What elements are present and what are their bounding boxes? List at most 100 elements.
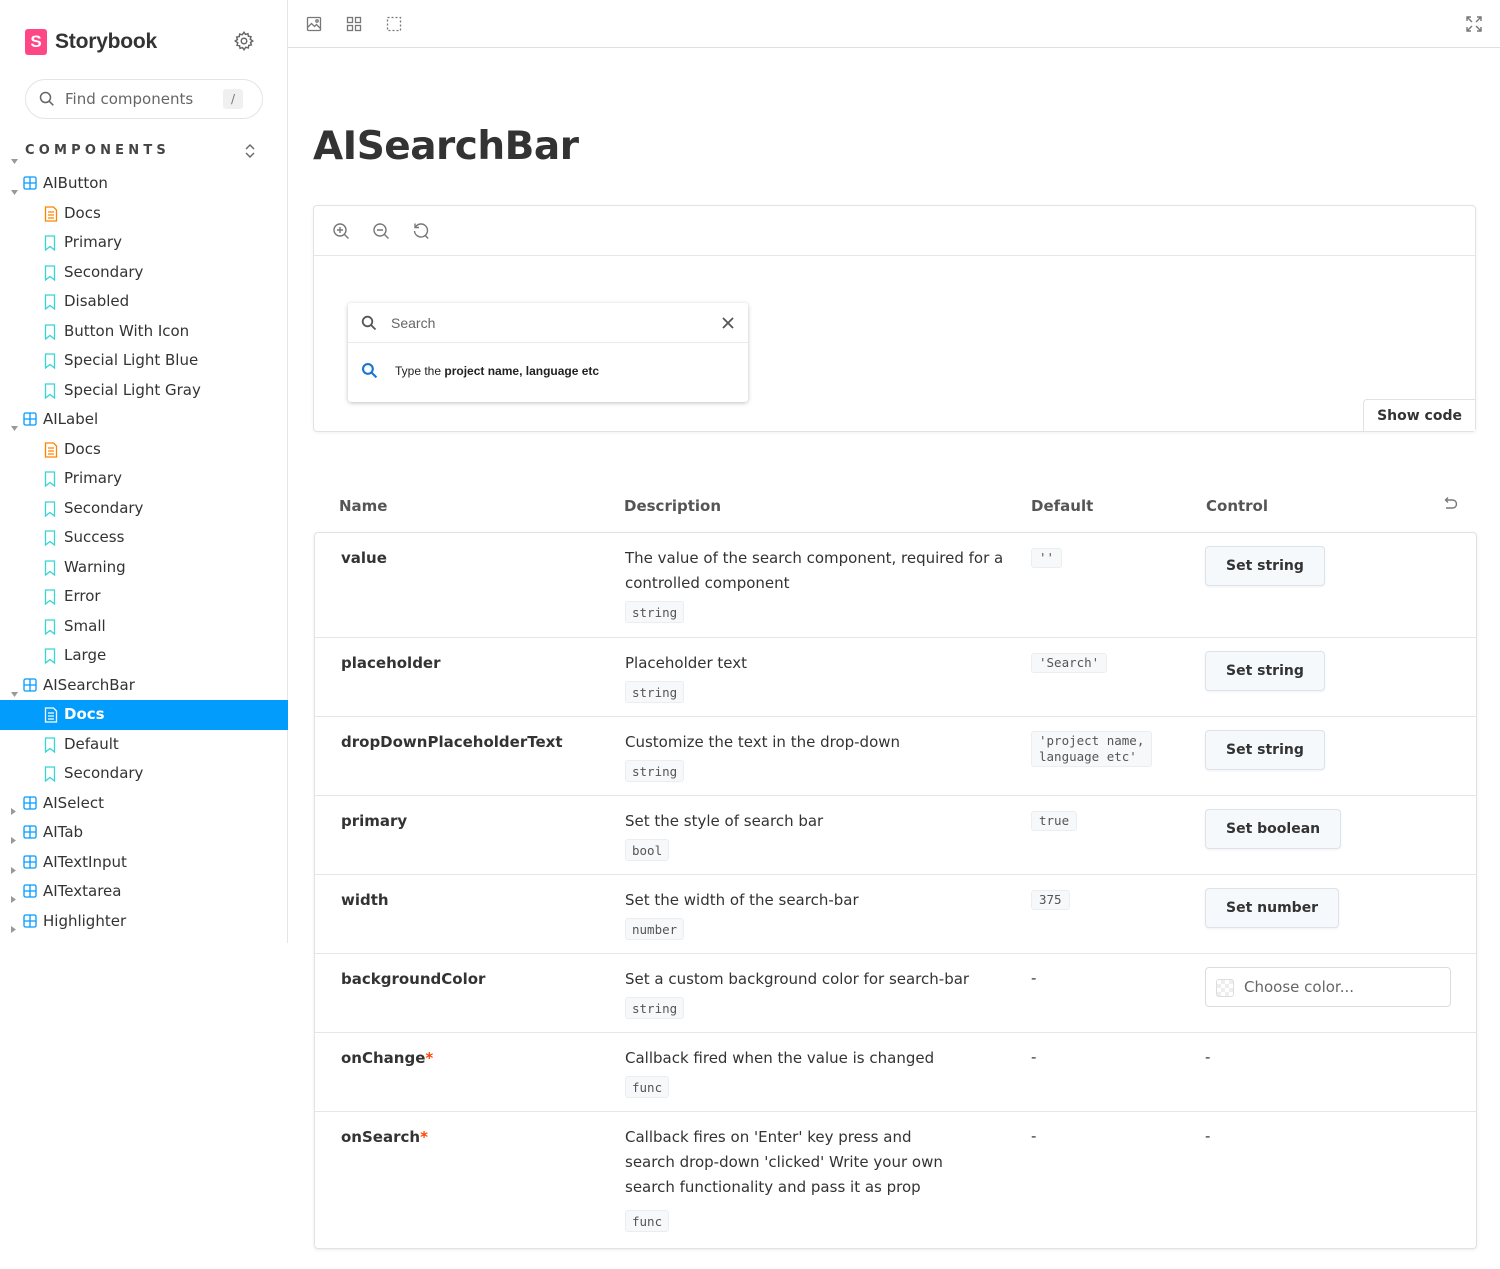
clear-close-icon[interactable]: [720, 315, 736, 331]
args-table-header: Name Description Default Control: [313, 495, 1476, 523]
arg-description: Set the style of search bar bool: [625, 809, 1005, 863]
demo-search-input[interactable]: [389, 312, 689, 334]
caret-right-icon[interactable]: [11, 919, 16, 937]
tree-item-label: AITextarea: [43, 882, 122, 900]
tree-story-success[interactable]: Success: [0, 523, 288, 553]
caret-right-icon[interactable]: [11, 860, 16, 878]
color-input[interactable]: [1242, 976, 1442, 998]
tree-story-large[interactable]: Large: [0, 641, 288, 671]
tree-story-warning[interactable]: Warning: [0, 553, 288, 583]
set-placeholder-button[interactable]: Set string: [1205, 651, 1325, 691]
fullscreen-icon[interactable]: [1464, 14, 1484, 34]
reset-controls-icon[interactable]: [1441, 497, 1458, 516]
find-components-input[interactable]: [63, 88, 233, 110]
tree-item-label: AISelect: [43, 793, 104, 812]
default-value: 'project name, language etc': [1031, 731, 1153, 767]
caret-down-icon[interactable]: [11, 417, 18, 435]
tree-component-aitab[interactable]: AITab: [0, 818, 288, 848]
required-asterisk: *: [420, 1128, 428, 1146]
tree-story-button-with-icon[interactable]: Button With Icon: [0, 317, 288, 347]
arg-name-text: placeholder: [341, 654, 441, 672]
set-primary-button[interactable]: Set boolean: [1205, 809, 1342, 849]
caret-right-icon[interactable]: [11, 830, 16, 848]
tree-docs-docs[interactable]: Docs: [0, 435, 288, 465]
brand-name: Storybook: [55, 30, 158, 53]
tree-component-aibutton[interactable]: AIButton: [0, 169, 288, 199]
arg-default: 'Search': [1031, 652, 1108, 673]
description-text: Set the style of search bar: [625, 812, 824, 830]
tree-component-ailabel[interactable]: AILabel: [0, 405, 288, 435]
tree-component-aitextarea[interactable]: AITextarea: [0, 877, 288, 907]
search-shortcut-key: /: [223, 89, 243, 109]
tree-story-error[interactable]: Error: [0, 582, 288, 612]
component-icon: [23, 884, 37, 902]
set-value-button[interactable]: Set string: [1205, 546, 1325, 586]
components-section-header[interactable]: COMPONENTS: [0, 140, 288, 164]
show-code-button[interactable]: Show code: [1363, 399, 1475, 431]
tree-item-label: Primary: [64, 469, 122, 487]
tree-item-label: AITab: [43, 823, 84, 841]
sidebar: S Storybook / COMPONENTS AIButton Docs Pri…: [0, 0, 288, 943]
arg-default: true: [1031, 810, 1078, 831]
zoom-reset-icon[interactable]: [412, 222, 432, 242]
color-picker-field[interactable]: [1205, 967, 1451, 1007]
find-components-search[interactable]: /: [25, 79, 263, 119]
dropdown-hint[interactable]: Type the project name, language etc: [395, 364, 599, 378]
caret-down-icon[interactable]: [11, 181, 18, 199]
tree-item-label: AITextInput: [43, 852, 127, 871]
image-icon[interactable]: [304, 14, 324, 34]
tree-story-secondary[interactable]: Secondary: [0, 759, 288, 789]
default-value: 'Search': [1031, 653, 1108, 673]
tree-story-special-light-blue[interactable]: Special Light Blue: [0, 346, 288, 376]
zoom-in-icon[interactable]: [332, 222, 352, 242]
expand-collapse-all-icon[interactable]: [244, 143, 256, 163]
tree-story-secondary[interactable]: Secondary: [0, 494, 288, 524]
tree-component-highlighter[interactable]: Highlighter: [0, 907, 288, 937]
docs-toolbar: [288, 0, 1500, 48]
tree-component-aitextinput[interactable]: AITextInput: [0, 848, 288, 878]
tree-component-aisearchbar[interactable]: AISearchBar: [0, 671, 288, 701]
zoom-out-icon[interactable]: [372, 222, 392, 242]
component-icon: [23, 795, 37, 814]
bookmark-story-icon: [44, 736, 56, 757]
tree-story-secondary[interactable]: Secondary: [0, 258, 288, 288]
caret-right-icon[interactable]: [11, 889, 16, 907]
bookmark-story-icon: [44, 294, 56, 314]
tree-story-primary[interactable]: Primary: [0, 228, 288, 258]
default-value: 375: [1031, 890, 1070, 910]
arg-row-backgroundColor: backgroundColor Set a custom background c…: [315, 954, 1476, 1033]
tree-docs-docs[interactable]: Docs: [0, 700, 288, 730]
hint-bold: project name, language etc: [444, 364, 600, 378]
outline-icon[interactable]: [384, 14, 404, 34]
tree-story-primary[interactable]: Primary: [0, 464, 288, 494]
tree-docs-docs[interactable]: Docs: [0, 199, 288, 229]
storybook-brand[interactable]: S Storybook: [25, 29, 157, 55]
tree-item-label: Large: [64, 646, 107, 664]
arg-default: -: [1031, 1126, 1036, 1145]
caret-down-icon[interactable]: [11, 683, 18, 701]
arg-name-text: value: [341, 549, 387, 567]
set-width-button[interactable]: Set number: [1205, 888, 1340, 928]
tree-story-special-light-gray[interactable]: Special Light Gray: [0, 376, 288, 406]
color-swatch-icon[interactable]: [1216, 979, 1234, 997]
arg-default: -: [1031, 1047, 1036, 1066]
tree-story-small[interactable]: Small: [0, 612, 288, 642]
tree-item-label: AIButton: [43, 174, 108, 192]
tree-item-label: Special Light Gray: [64, 380, 201, 399]
header-default: Default: [1031, 497, 1094, 515]
arg-row-onSearch: onSearch* Callback fires on 'Enter' key p…: [315, 1112, 1476, 1250]
arg-description: Set the width of the search-bar number: [625, 888, 1005, 942]
set-dropDownPlaceholderText-button[interactable]: Set string: [1205, 730, 1325, 770]
type-badge: func: [625, 1210, 670, 1232]
tree-story-default[interactable]: Default: [0, 730, 288, 760]
document-icon: [44, 205, 58, 226]
settings-gear-icon[interactable]: [233, 30, 255, 52]
tree-story-disabled[interactable]: Disabled: [0, 287, 288, 317]
caret-right-icon[interactable]: [11, 801, 16, 819]
tree-component-aiselect[interactable]: AISelect: [0, 789, 288, 819]
grid-icon[interactable]: [344, 14, 364, 34]
tree-item-label: Error: [64, 587, 101, 605]
control-dash: -: [1205, 1127, 1211, 1145]
type-badge: string: [625, 681, 685, 703]
arg-name: placeholder: [341, 654, 441, 672]
